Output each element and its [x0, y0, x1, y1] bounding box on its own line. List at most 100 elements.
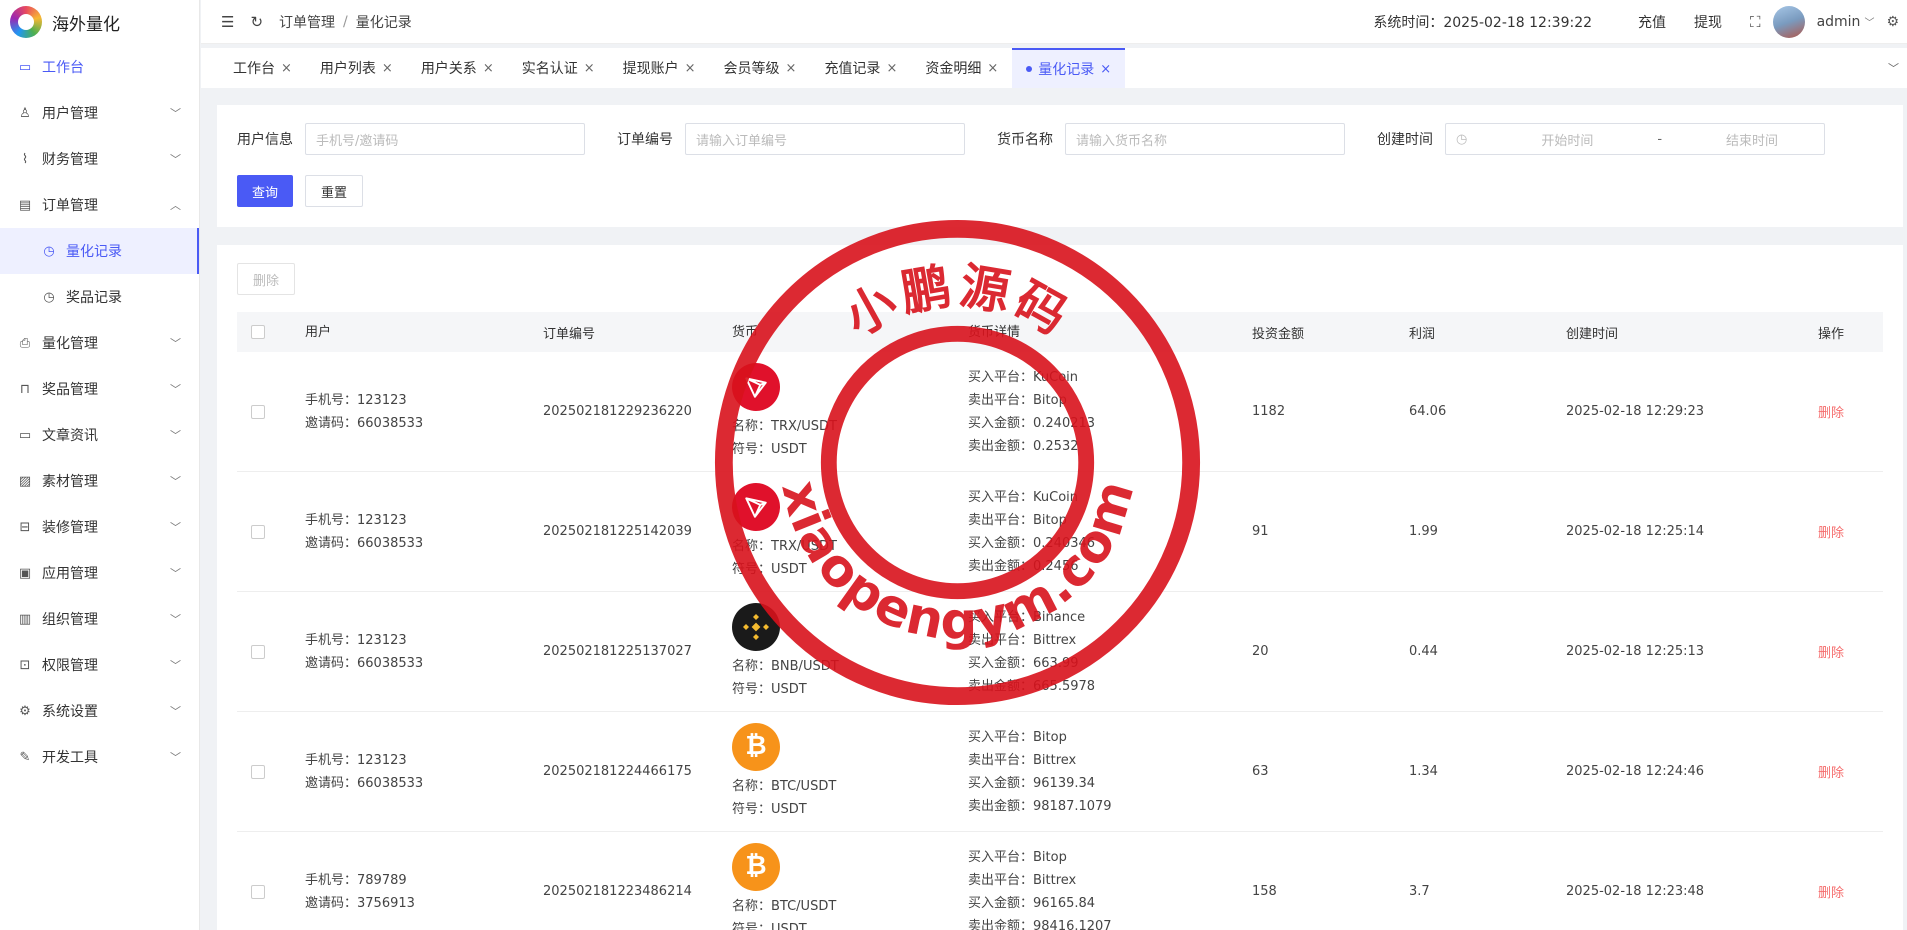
- close-icon[interactable]: ×: [382, 61, 393, 76]
- buy-platform: 买入平台：KuCoin: [968, 369, 1078, 385]
- delete-link[interactable]: 删除: [1818, 642, 1883, 661]
- tab-workbench[interactable]: 工作台 ×: [219, 48, 306, 88]
- sidebar-item-workbench[interactable]: ▭ 工作台: [0, 44, 199, 90]
- fullscreen-icon[interactable]: ⛶: [1750, 13, 1761, 31]
- buy-amount: 买入金额：0.240346: [968, 535, 1096, 551]
- printer-icon: ⎙: [19, 335, 31, 351]
- user-phone: 手机号：123123: [305, 392, 407, 408]
- created-time: 2025-02-18 12:29:23: [1566, 404, 1705, 419]
- row-checkbox[interactable]: [251, 524, 265, 539]
- table-row: 手机号：123123 邀请码：66038533 2025021812251420…: [237, 472, 1883, 592]
- tab-user-relations[interactable]: 用户关系 ×: [407, 48, 508, 88]
- withdraw-link[interactable]: 提现: [1694, 12, 1722, 32]
- sidebar-item-users[interactable]: ♙ 用户管理 ﹀: [0, 90, 199, 136]
- coin-name: 名称：BTC/USDT: [732, 778, 837, 794]
- close-icon[interactable]: ×: [281, 61, 292, 76]
- sidebar-item-quant-records[interactable]: ◷ 量化记录: [0, 228, 199, 274]
- sidebar-item-label: 奖品记录: [66, 290, 122, 306]
- gear-icon[interactable]: ⚙: [1886, 14, 1899, 30]
- buy-platform: 买入平台：Bitop: [968, 729, 1067, 745]
- delete-link[interactable]: 删除: [1818, 882, 1883, 901]
- coin-name: 名称：BTC/USDT: [732, 898, 837, 914]
- sidebar-item-apps[interactable]: ▣ 应用管理 ﹀: [0, 550, 199, 596]
- sidebar-item-prize-manage[interactable]: ⊓ 奖品管理 ﹀: [0, 366, 199, 412]
- sidebar-item-quant-manage[interactable]: ⎙ 量化管理 ﹀: [0, 320, 199, 366]
- select-all-checkbox[interactable]: [251, 325, 265, 339]
- tab-quant-records[interactable]: 量化记录 ×: [1012, 48, 1126, 88]
- collapse-menu-icon[interactable]: ☰: [221, 13, 234, 31]
- chart-icon: ⌇: [21, 151, 29, 167]
- sidebar: 海外量化 ▭ 工作台 ♙ 用户管理 ﹀ ⌇ 财务管理 ﹀ ▤ 订单管理 ︿ ◷ …: [0, 0, 200, 930]
- delete-link[interactable]: 删除: [1818, 762, 1883, 781]
- sidebar-item-organization[interactable]: ▥ 组织管理 ﹀: [0, 596, 199, 642]
- bnb-icon: [732, 602, 780, 651]
- close-icon[interactable]: ×: [886, 61, 897, 76]
- tab-member-levels[interactable]: 会员等级 ×: [710, 48, 811, 88]
- chevron-down-icon[interactable]: ﹀: [1864, 14, 1874, 29]
- tab-withdraw-accounts[interactable]: 提现账户 ×: [609, 48, 710, 88]
- created-time: 2025-02-18 12:23:48: [1566, 884, 1705, 899]
- row-checkbox[interactable]: [251, 404, 265, 419]
- sidebar-item-materials[interactable]: ▨ 素材管理 ﹀: [0, 458, 199, 504]
- sell-amount: 卖出金额：98416.1207: [968, 918, 1112, 930]
- table-row: 手机号：123123 邀请码：66038533 2025021812251370…: [237, 592, 1883, 712]
- admin-username[interactable]: admin: [1817, 14, 1861, 30]
- delete-link[interactable]: 删除: [1818, 522, 1883, 541]
- sell-amount: 卖出金额：0.2532: [968, 438, 1079, 454]
- order-number: 202502181224466175: [543, 764, 692, 779]
- close-icon[interactable]: ×: [685, 61, 696, 76]
- row-checkbox[interactable]: [251, 884, 265, 899]
- tab-recharge-records[interactable]: 充值记录 ×: [810, 48, 911, 88]
- coin-detail-cell: 买入平台：KuCoin 卖出平台：Bitop 买入金额：0.240213 卖出金…: [968, 366, 1252, 458]
- tab-label: 资金明细: [925, 61, 982, 77]
- paint-icon: ⊟: [19, 519, 31, 535]
- start-date-input[interactable]: 开始时间: [1507, 130, 1627, 149]
- coin-name-input[interactable]: 请输入货币名称: [1065, 123, 1345, 155]
- sidebar-item-decoration[interactable]: ⊟ 装修管理 ﹀: [0, 504, 199, 550]
- recharge-link[interactable]: 充值: [1638, 12, 1666, 32]
- quant-records-table: 用户 订单编号 货币 货币详情 投资金额 利润 创建时间 操作 手机号：1231…: [237, 312, 1883, 930]
- sell-platform: 卖出平台：Bittrex: [968, 632, 1077, 648]
- date-range-picker[interactable]: ◷ 开始时间 - 结束时间: [1445, 123, 1825, 155]
- app-logo[interactable]: 海外量化: [0, 0, 199, 44]
- user-info-label: 用户信息: [237, 132, 293, 148]
- coin-name: 名称：TRX/USDT: [732, 538, 837, 554]
- sidebar-item-devtools[interactable]: ✎ 开发工具 ﹀: [0, 734, 199, 780]
- sidebar-item-prize-records[interactable]: ◷ 奖品记录: [0, 274, 199, 320]
- sidebar-item-finance[interactable]: ⌇ 财务管理 ﹀: [0, 136, 199, 182]
- sidebar-item-settings[interactable]: ⚙ 系统设置 ﹀: [0, 688, 199, 734]
- tab-real-name[interactable]: 实名认证 ×: [508, 48, 609, 88]
- close-icon[interactable]: ×: [987, 61, 998, 76]
- end-date-input[interactable]: 结束时间: [1692, 130, 1812, 149]
- coin-symbol: 符号：USDT: [732, 801, 807, 817]
- close-icon[interactable]: ×: [786, 61, 797, 76]
- chevron-down-icon: ﹀: [170, 429, 181, 442]
- row-select-cell: [237, 644, 305, 659]
- tab-fund-details[interactable]: 资金明细 ×: [911, 48, 1012, 88]
- gear-icon: ⚙: [19, 703, 31, 719]
- batch-delete-button[interactable]: 删除: [237, 263, 295, 295]
- delete-link[interactable]: 删除: [1818, 402, 1883, 421]
- sidebar-item-orders[interactable]: ▤ 订单管理 ︿: [0, 182, 199, 228]
- reset-button[interactable]: 重置: [305, 175, 364, 207]
- sidebar-item-articles[interactable]: ▭ 文章资讯 ﹀: [0, 412, 199, 458]
- user-invite-code: 邀请码：3756913: [305, 895, 415, 911]
- coin-detail-cell: 买入平台：Bitop 卖出平台：Bittrex 买入金额：96165.84 卖出…: [968, 846, 1252, 930]
- breadcrumb-item[interactable]: 订单管理: [279, 12, 335, 32]
- close-icon[interactable]: ×: [1100, 62, 1111, 77]
- user-invite-code: 邀请码：66038533: [305, 535, 424, 551]
- refresh-icon[interactable]: ↻: [250, 13, 263, 31]
- tab-user-list[interactable]: 用户列表 ×: [306, 48, 407, 88]
- order-number-input[interactable]: 请输入订单编号: [685, 123, 965, 155]
- row-checkbox[interactable]: [251, 644, 265, 659]
- row-select-cell: [237, 764, 305, 779]
- chevron-down-icon[interactable]: ﹀: [1888, 60, 1899, 76]
- sidebar-item-permissions[interactable]: ⊡ 权限管理 ﹀: [0, 642, 199, 688]
- close-icon[interactable]: ×: [483, 61, 494, 76]
- close-icon[interactable]: ×: [584, 61, 595, 76]
- row-checkbox[interactable]: [251, 764, 265, 779]
- user-info-input[interactable]: 手机号/邀请码: [305, 123, 585, 155]
- sidebar-item-label: 量化记录: [66, 244, 122, 260]
- query-button[interactable]: 查询: [237, 175, 294, 207]
- avatar[interactable]: [1772, 5, 1805, 38]
